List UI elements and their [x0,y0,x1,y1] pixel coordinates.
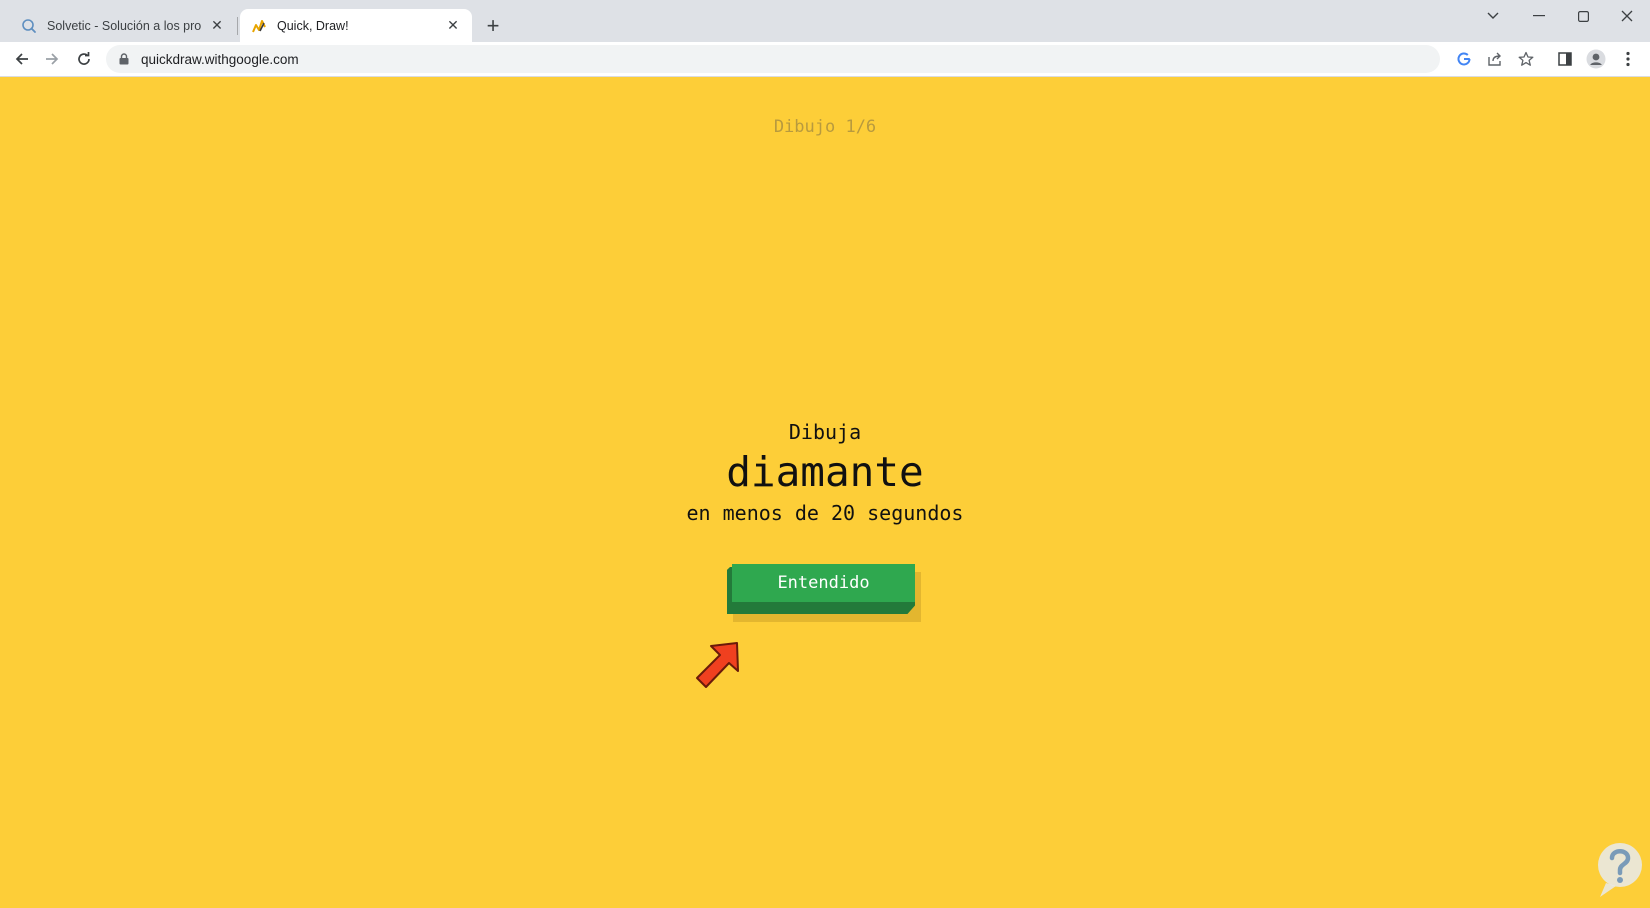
quickdraw-pencil-icon [250,17,268,35]
lock-icon[interactable] [117,52,131,66]
close-tab-icon[interactable]: ✕ [208,17,226,35]
forward-arrow-icon[interactable] [38,45,66,73]
tab-search-chevron-icon[interactable] [1470,0,1516,32]
quickdraw-page: Dibujo 1/6 Dibuja diamante en menos de 2… [0,77,1650,908]
got-it-button-label[interactable]: Entendido [732,564,915,602]
tab-quickdraw[interactable]: Quick, Draw! ✕ [240,9,472,42]
reload-icon[interactable] [70,45,98,73]
got-it-button[interactable]: Entendido [727,564,921,622]
prompt-intro: Dibuja [788,420,862,444]
tab-title: Solvetic - Solución a los problem [47,18,202,33]
new-tab-button[interactable]: + [480,13,506,39]
prompt-word: diamante [726,448,924,496]
tab-title: Quick, Draw! [277,18,349,33]
google-lens-icon[interactable] [1450,45,1478,73]
tab-separator [237,17,238,35]
drawing-counter: Dibujo 1/6 [773,117,877,137]
maximize-icon[interactable] [1560,0,1606,32]
prompt-time-limit: en menos de 20 segundos [686,501,964,525]
url-text: quickdraw.withgoogle.com [141,51,299,67]
menu-kebab-icon[interactable] [1614,45,1642,73]
share-icon[interactable] [1481,45,1509,73]
close-window-icon[interactable] [1604,0,1650,32]
profile-avatar-icon[interactable] [1582,45,1610,73]
back-arrow-icon[interactable] [8,45,36,73]
tab-strip: Solvetic - Solución a los problem ✕ Quic… [0,0,1650,42]
browser-toolbar: quickdraw.withgoogle.com [0,42,1650,77]
close-tab-icon[interactable]: ✕ [444,17,462,35]
side-panel-icon[interactable] [1551,45,1579,73]
bookmark-star-icon[interactable] [1512,45,1540,73]
tab-solvetic[interactable]: Solvetic - Solución a los problem ✕ [10,9,236,42]
search-bubble-icon [20,17,38,35]
minimize-icon[interactable] [1516,0,1562,32]
help-bubble-icon[interactable] [1590,839,1646,903]
address-bar[interactable]: quickdraw.withgoogle.com [106,45,1440,73]
pointer-arrow-icon [696,642,739,688]
